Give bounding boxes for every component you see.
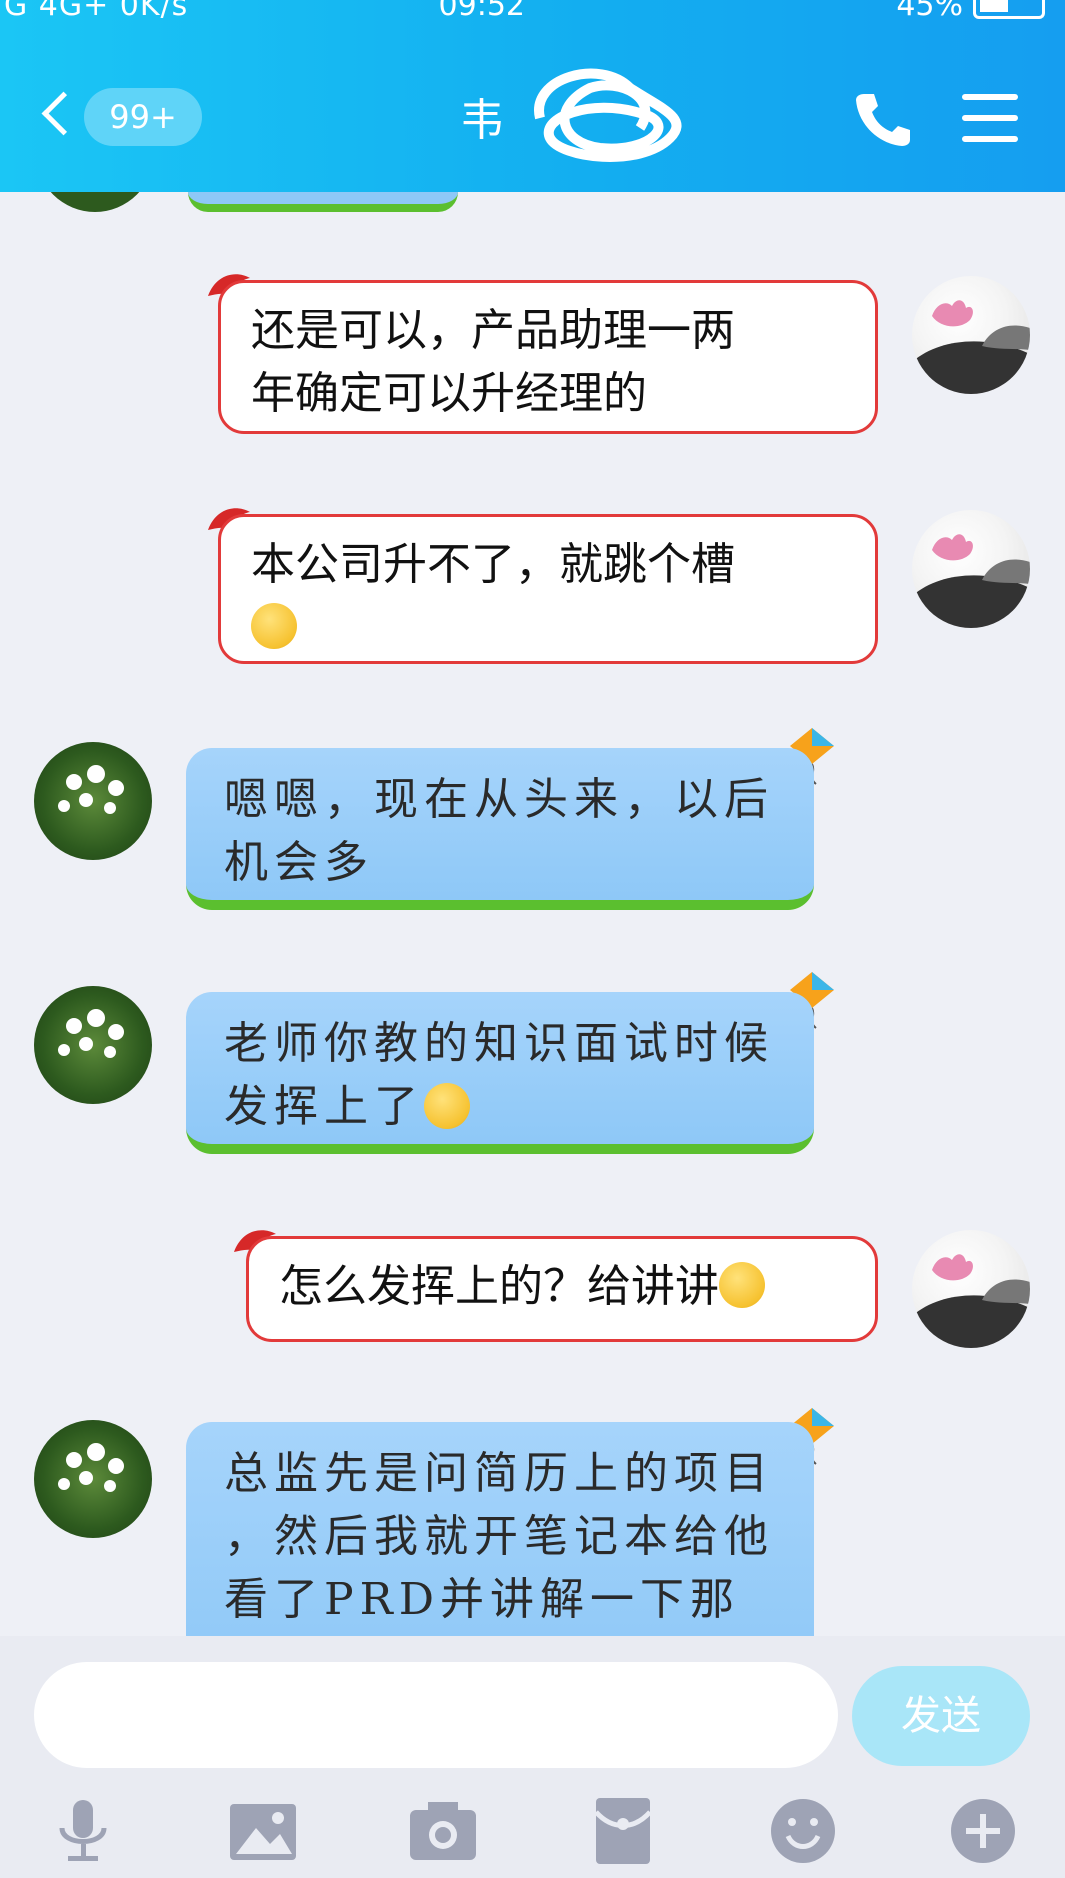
message-bubble[interactable]: 老师你教的知识面试时候 发挥上了 <box>186 992 814 1154</box>
battery-icon <box>973 0 1045 19</box>
contact-name[interactable]: 韦 <box>460 84 504 148</box>
message-bubble[interactable]: 嗯嗯，现在从头来，以后 机会多 <box>186 748 814 910</box>
image-icon[interactable] <box>228 1796 298 1866</box>
my-avatar[interactable] <box>912 510 1030 628</box>
smirk-emoji-icon <box>719 1262 765 1308</box>
message-bubble[interactable]: 总监先是问简历上的项目 ，然后我就开笔记本给他 看了PRD并讲解一下那个 <box>186 1422 814 1636</box>
phone-icon[interactable] <box>852 88 912 148</box>
status-left: G 4G+ 0K/s <box>4 0 189 23</box>
send-button[interactable]: 发送 <box>852 1666 1030 1766</box>
lotus-icon <box>912 300 1030 394</box>
microphone-icon[interactable] <box>48 1796 118 1866</box>
battery-text: 45% <box>896 0 963 23</box>
message-text: 老师你教的知识面试时候 发挥上了 <box>224 1018 774 1132</box>
menu-icon[interactable] <box>962 94 1018 142</box>
status-right: 09:52 45% <box>439 0 1045 21</box>
flower-icon <box>58 1443 124 1492</box>
message-input[interactable] <box>34 1662 838 1768</box>
chat-messages[interactable]: 还是可以，产品助理一两 年确定可以升经理的 本公司升不了，就跳个槽 嗯嗯，现在从… <box>0 192 1065 1636</box>
contact-avatar[interactable] <box>34 986 152 1104</box>
input-bar: 发送 <box>0 1636 1065 1878</box>
message-text: 本公司升不了，就跳个槽 <box>251 539 735 590</box>
lotus-icon <box>912 1254 1030 1348</box>
emoji-icon[interactable] <box>768 1796 838 1866</box>
chat-header: G 4G+ 0K/s 09:52 45% 99+ 韦 <box>0 0 1065 192</box>
grin-emoji-icon <box>251 603 297 649</box>
status-time: 09:52 <box>438 0 525 23</box>
message-bubble[interactable]: 本公司升不了，就跳个槽 <box>218 514 878 664</box>
red-packet-icon[interactable] <box>588 1796 658 1866</box>
redaction-scribble <box>534 68 682 162</box>
contact-avatar[interactable] <box>34 742 152 860</box>
chevron-left-icon <box>41 91 86 136</box>
message-bubble[interactable]: 还是可以，产品助理一两 年确定可以升经理的 <box>218 280 878 434</box>
flower-icon <box>58 765 124 814</box>
flower-icon <box>58 1009 124 1058</box>
unread-badge: 99+ <box>84 88 202 146</box>
thinking-emoji-icon <box>424 1082 470 1129</box>
status-bar: G 4G+ 0K/s 09:52 45% <box>0 0 1065 34</box>
lotus-icon <box>912 534 1030 628</box>
message-bubble[interactable]: 怎么发挥上的？给讲讲 <box>246 1236 878 1342</box>
bubble-partial <box>188 192 458 212</box>
my-avatar[interactable] <box>912 1230 1030 1348</box>
plus-icon[interactable] <box>948 1796 1018 1866</box>
my-avatar[interactable] <box>912 276 1030 394</box>
message-text: 怎么发挥上的？给讲讲 <box>279 1261 719 1312</box>
camera-icon[interactable] <box>408 1796 478 1866</box>
contact-avatar[interactable] <box>34 1420 152 1538</box>
avatar-partial <box>36 192 154 212</box>
